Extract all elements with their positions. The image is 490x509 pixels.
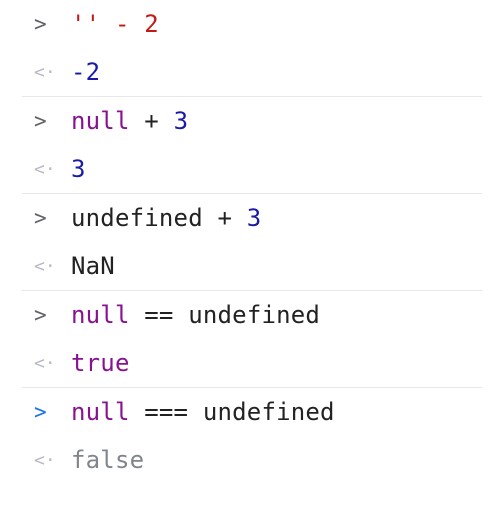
input-token: '' - 2 (71, 10, 159, 38)
prompt-icon: > (34, 303, 47, 327)
input-token: undefined (188, 301, 321, 329)
result-arrow-icon: <· (34, 352, 56, 374)
input-token: === (129, 398, 203, 426)
input-token: null (71, 398, 130, 426)
prompt-icon: > (34, 12, 47, 36)
input-token: 3 (173, 107, 189, 135)
input-token: null (71, 301, 130, 329)
input-line[interactable]: > null == undefined (0, 291, 490, 339)
output-line: <· NaN (0, 242, 490, 290)
input-line[interactable]: > undefined + 3 (0, 194, 490, 242)
result-arrow-icon: <· (34, 61, 56, 83)
input-token: undefined (202, 398, 335, 426)
input-code: '' - 2 (71, 0, 159, 48)
result-arrow-icon: <· (34, 255, 56, 277)
console-entry: > '' - 2 <· -2 (0, 0, 490, 97)
output-value: NaN (71, 252, 115, 280)
input-code: null == undefined (71, 291, 320, 339)
output-line: <· 3 (0, 145, 490, 193)
prompt-icon: > (34, 109, 47, 133)
devtools-console: > '' - 2 <· -2 > null + 3 <· 3 > undefin… (0, 0, 490, 509)
output-value: -2 (71, 58, 101, 86)
input-code: null === undefined (71, 388, 335, 436)
prompt-icon: > (34, 400, 47, 424)
input-line[interactable]: > '' - 2 (0, 0, 490, 48)
input-token: null (71, 107, 130, 135)
input-code: null + 3 (71, 97, 188, 145)
input-token: + (202, 204, 247, 232)
input-token: 3 (246, 204, 262, 232)
input-line[interactable]: > null === undefined (0, 388, 490, 436)
result-arrow-icon: <· (34, 158, 56, 180)
console-entry: > null === undefined <· false (0, 388, 490, 485)
console-entry: > null + 3 <· 3 (0, 97, 490, 194)
console-entry: > undefined + 3 <· NaN (0, 194, 490, 291)
output-value: false (71, 446, 145, 474)
output-line: <· -2 (0, 48, 490, 96)
result-arrow-icon: <· (34, 449, 56, 471)
output-value: 3 (71, 155, 86, 183)
input-code: undefined + 3 (71, 194, 261, 242)
output-value: true (71, 349, 130, 377)
console-entry: > null == undefined <· true (0, 291, 490, 388)
input-token: == (129, 301, 189, 329)
prompt-icon: > (34, 206, 47, 230)
input-token: undefined (71, 204, 203, 232)
input-line[interactable]: > null + 3 (0, 97, 490, 145)
input-token: + (129, 107, 174, 135)
output-line: <· true (0, 339, 490, 387)
output-line: <· false (0, 436, 490, 484)
